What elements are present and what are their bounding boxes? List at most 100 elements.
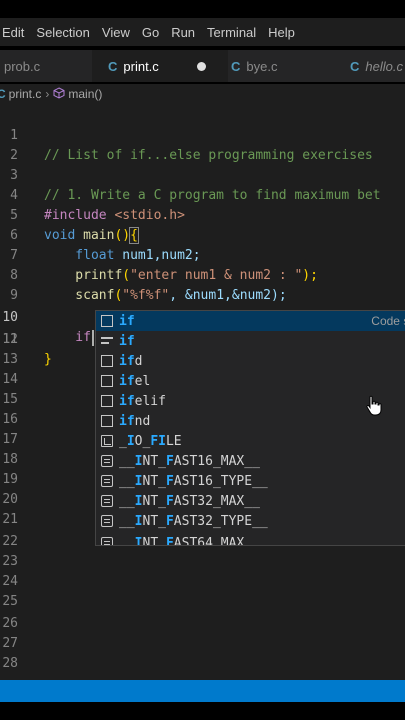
suggestion-item[interactable]: __INT_FAST32_MAX__ <box>96 491 405 511</box>
status-bar <box>0 680 405 702</box>
line-number: 28 <box>2 656 18 671</box>
code-line-5: 5 void main(){ <box>0 186 405 244</box>
suggestion-text: __INT_FAST16_MAX__ <box>119 453 260 469</box>
suggestion-rest: el <box>134 373 151 389</box>
line-number: 27 <box>2 636 18 651</box>
struct-icon <box>101 435 113 447</box>
code-line-4: 4 #include <stdio.h> <box>0 166 405 223</box>
line-number: 19 <box>2 472 18 487</box>
suggestion-item[interactable]: __INT_FAST16_MAX__ <box>96 451 405 471</box>
snippet-icon <box>101 395 113 407</box>
suggestion-rest: d <box>134 353 143 369</box>
suggestion-item[interactable]: if el <box>96 371 405 391</box>
tab-hello-c[interactable]: C hello.c <box>350 50 403 82</box>
suggestion-item[interactable]: __INT_FAST32_TYPE__ <box>96 511 405 531</box>
unsaved-dot-icon[interactable] <box>196 61 206 71</box>
suggestion-text: _IO_FILE <box>119 433 182 449</box>
tab-prob-c[interactable]: prob.c <box>4 50 40 82</box>
suggestion-widget[interactable]: if Code sn if ifd ifel ifelif ifnd _IO_F… <box>95 310 405 546</box>
breadcrumb-symbol[interactable]: main() <box>68 87 102 101</box>
suggestion-item[interactable]: if <box>96 331 405 351</box>
suggestion-text: __INT_FAST16_TYPE__ <box>119 473 268 489</box>
chevron-right-icon: › <box>45 87 50 101</box>
suggestion-match: if <box>119 313 135 329</box>
code-line-28: 28 <box>0 654 405 674</box>
line-number: 14 <box>2 372 18 387</box>
code-line-26: 26 <box>0 614 405 634</box>
tab-print-c[interactable]: C print.c <box>92 50 228 82</box>
snippet-icon <box>101 315 113 327</box>
suggestion-item[interactable]: if elif <box>96 391 405 411</box>
code-line-9: 9 <box>0 266 405 303</box>
constant-icon <box>101 515 113 527</box>
code-line-1: 1 // List of if...else programming exerc… <box>0 106 405 163</box>
top-black-bar <box>0 0 405 18</box>
suggestion-rest: nd <box>134 413 151 429</box>
constant-icon <box>101 455 113 467</box>
suggestion-match: F <box>150 433 159 449</box>
suggestion-match: if <box>119 373 135 389</box>
suggestion-item[interactable]: if d <box>96 351 405 371</box>
code-line-25: 25 <box>0 592 405 612</box>
c-file-icon: C <box>231 58 241 74</box>
code-line-3: 3 // 1. Write a C program to find maximu… <box>0 146 405 203</box>
breadcrumb-file[interactable]: print.c <box>9 87 42 101</box>
code-line-23: 23 <box>0 552 405 572</box>
tab-label: hello.c <box>365 58 403 74</box>
suggestion-match: if <box>119 393 135 409</box>
tab-label: bye.c <box>246 58 278 74</box>
menu-view[interactable]: View <box>96 25 136 40</box>
tab-bye-c[interactable]: C bye.c <box>231 50 277 82</box>
line-number: 21 <box>2 512 18 527</box>
line-number: 15 <box>2 392 18 407</box>
suggestion-text: __INT_FAST64_MAX__ <box>119 535 260 546</box>
suggestion-match: I <box>158 433 166 449</box>
menu-edit[interactable]: Edit <box>0 25 30 40</box>
code-line-6: 6 float num1,num2; <box>0 206 405 263</box>
tab-label: prob.c <box>4 58 41 74</box>
line-number: 20 <box>2 492 18 507</box>
bottom-black-bar <box>0 702 405 720</box>
suggestion-item[interactable]: __INT_FAST16_TYPE__ <box>96 471 405 491</box>
menu-bar: Edit Selection View Go Run Terminal Help <box>0 18 405 46</box>
code-line-24: 24 <box>0 572 405 592</box>
tab-bar: prob.c C print.c C bye.c C hello.c <box>0 50 405 82</box>
code-line-7: 7 printf("enter num1 & num2 : "); <box>0 226 405 283</box>
tab-label: print.c <box>123 58 159 74</box>
c-file-icon: C <box>350 58 360 74</box>
snippet-icon <box>101 415 113 427</box>
suggestion-match: if <box>119 353 135 369</box>
suggestion-item[interactable]: _IO_FILE <box>96 431 405 451</box>
line-number: 23 <box>2 554 18 569</box>
suggestion-rest: elif <box>134 393 166 409</box>
suggestion-item[interactable]: __INT_FAST64_MAX__ <box>96 533 405 546</box>
suggestion-detail: Code sn <box>371 314 405 328</box>
line-number: 22 <box>2 534 18 549</box>
menu-run[interactable]: Run <box>165 25 201 40</box>
line-number: 26 <box>2 616 18 631</box>
line-number: 25 <box>2 594 18 609</box>
suggestion-item[interactable]: if nd <box>96 411 405 431</box>
snippet-icon <box>101 375 113 387</box>
suggestion-text: __INT_FAST32_MAX__ <box>119 493 260 509</box>
line-number: 18 <box>2 452 18 467</box>
keyword-icon <box>101 335 113 347</box>
menu-go[interactable]: Go <box>136 25 165 40</box>
line-number: 16 <box>2 412 18 427</box>
suggestion-match: if <box>119 413 135 429</box>
constant-icon <box>101 475 113 487</box>
line-number: 24 <box>2 574 18 589</box>
suggestion-item[interactable]: if Code sn <box>96 311 405 331</box>
menu-terminal[interactable]: Terminal <box>201 25 262 40</box>
constant-icon <box>101 495 113 507</box>
method-cube-icon <box>53 86 65 102</box>
menu-help[interactable]: Help <box>262 25 301 40</box>
code-line-10: 10 if <box>0 288 405 346</box>
code-line-2: 2 <box>0 126 405 163</box>
menu-selection[interactable]: Selection <box>30 25 95 40</box>
suggestion-match: if <box>119 333 135 349</box>
suggestion-text: __INT_FAST32_TYPE__ <box>119 513 268 529</box>
constant-icon <box>101 537 113 545</box>
suggestion-match: I <box>126 433 135 449</box>
c-file-icon: C <box>108 58 118 74</box>
